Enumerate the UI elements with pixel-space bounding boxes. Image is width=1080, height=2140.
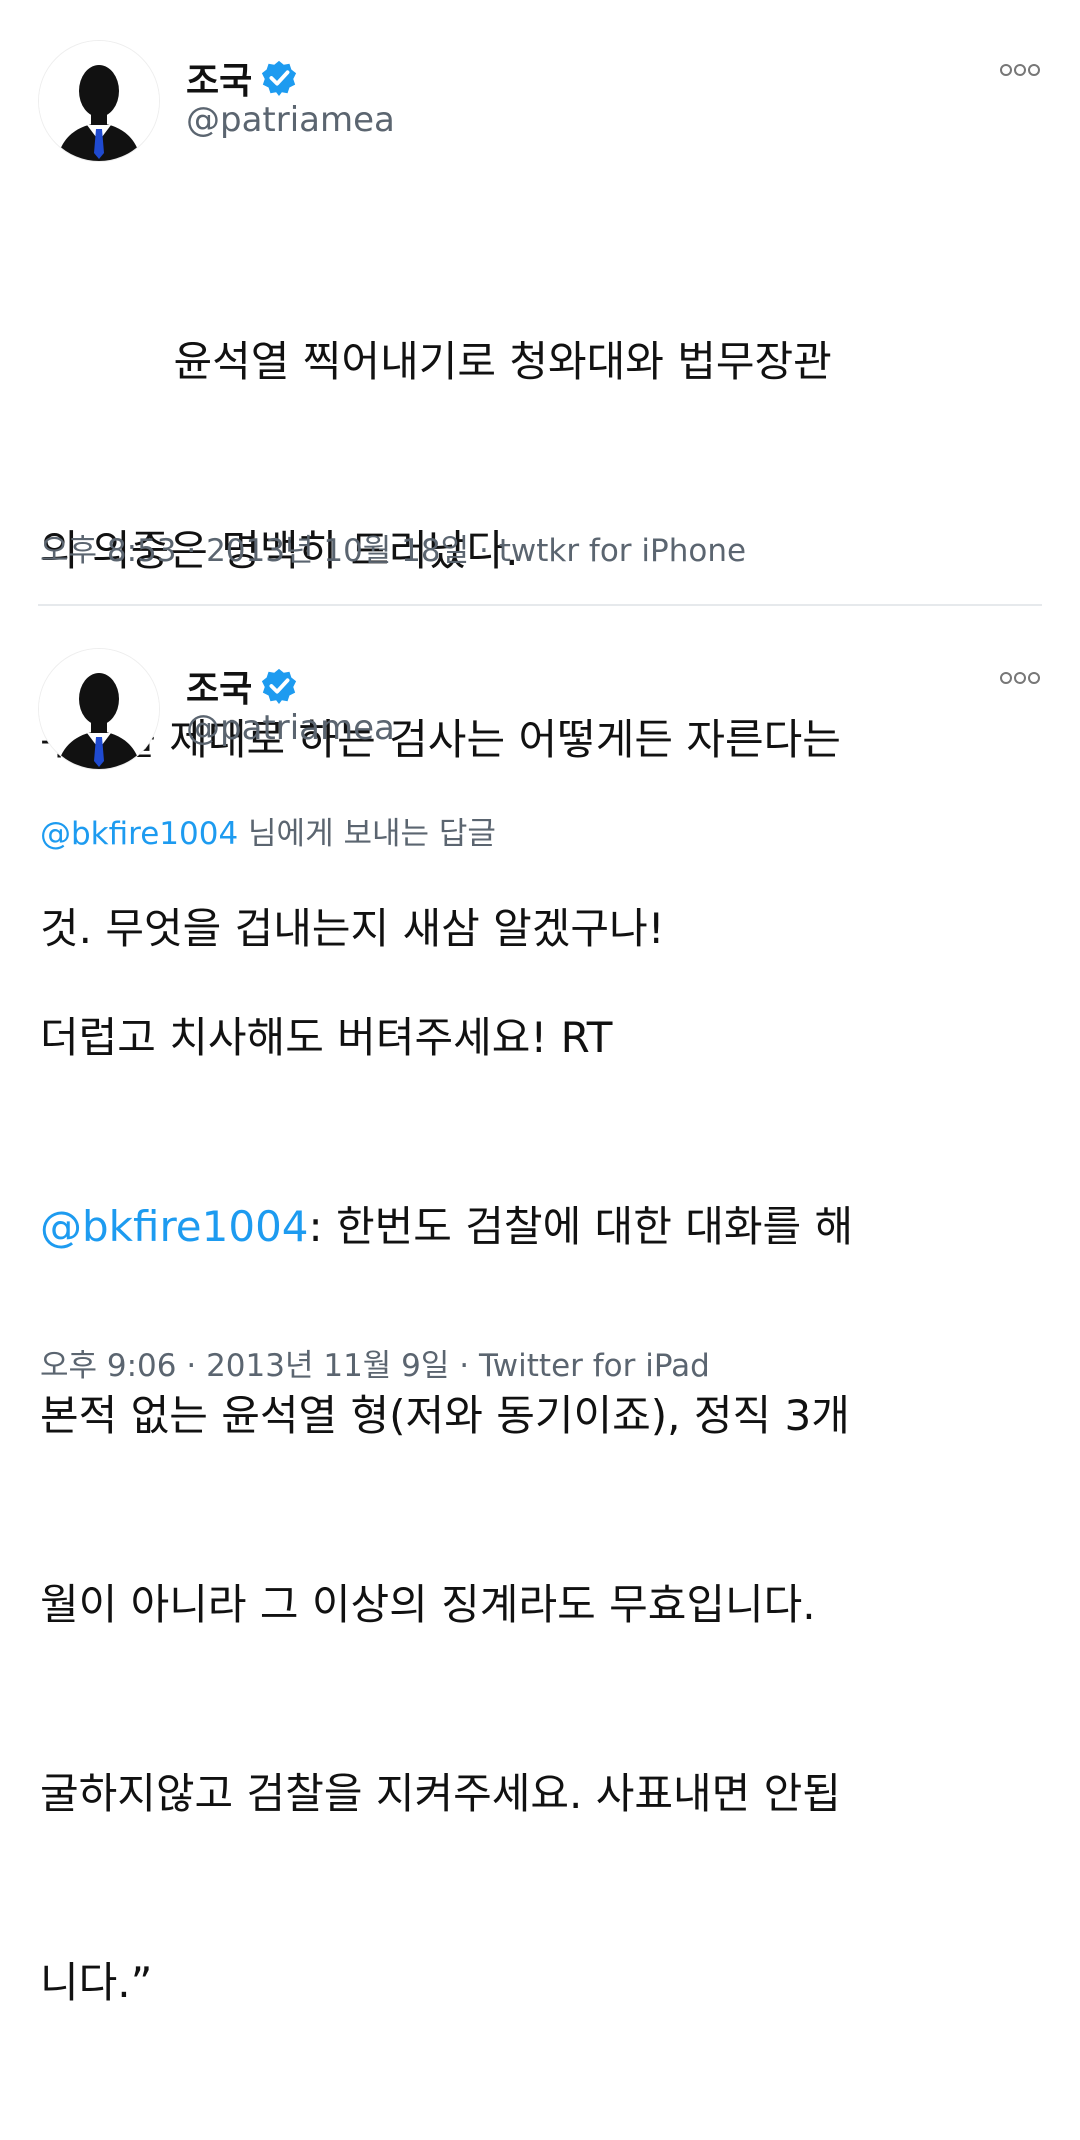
author-name[interactable]: 조국 [186, 660, 252, 712]
tweet-meta: 오후 9:06 · 2013년 11월 9일 · Twitter for iPa… [40, 1340, 710, 1385]
tweet-source[interactable]: twtkr for iPhone [499, 533, 746, 569]
tweet-body-line: 윤석열 찍어내기로 청와대와 법무장관 [40, 337, 832, 386]
author-handle[interactable]: @patriamea [186, 708, 395, 748]
tweet-body-line: 월이 아니라 그 이상의 징계라도 무효입니다. [40, 1580, 816, 1629]
meta-separator: · [176, 533, 207, 569]
reply-suffix: 님에게 보내는 답글 [238, 816, 496, 852]
author-handle[interactable]: @patriamea [186, 100, 395, 140]
more-options-icon[interactable] [1000, 672, 1040, 684]
tweet-source[interactable]: Twitter for iPad [479, 1348, 710, 1384]
tweet-time[interactable]: 오후 9:06 [40, 1348, 177, 1384]
meta-separator: · [449, 1348, 479, 1384]
tweet-2: 조국 @patriamea @bkfire1004 님에게 보내는 답글 더럽고… [0, 608, 1080, 2007]
user-silhouette-suit-icon [39, 41, 159, 161]
avatar[interactable] [38, 648, 160, 770]
tweet-date[interactable]: 2013년 10월 18일 [206, 533, 469, 569]
reply-context: @bkfire1004 님에게 보내는 답글 [40, 808, 496, 853]
verified-badge-icon [260, 59, 298, 97]
author-row: 조국 [186, 52, 298, 104]
verified-badge-icon [260, 667, 298, 705]
author-row: 조국 [186, 660, 298, 712]
tweet-meta: 오후 8:53 · 2013년 10월 18일 · twtkr for iPho… [40, 525, 746, 570]
meta-separator: · [469, 533, 499, 569]
author-name[interactable]: 조국 [186, 52, 252, 104]
user-silhouette-suit-icon [39, 649, 159, 769]
tweet-1: 조국 @patriamea 윤석열 찍어내기로 청와대와 법무장관 의 의중은 … [0, 0, 1080, 953]
tweet-date[interactable]: 2013년 11월 9일 [206, 1348, 449, 1384]
body-mention-link[interactable]: @bkfire1004 [40, 1202, 309, 1251]
tweet-body-line: 본적 없는 윤석열 형(저와 동기이죠), 정직 3개 [40, 1391, 850, 1440]
tweet-divider [38, 604, 1042, 606]
tweet-time[interactable]: 오후 8:53 [40, 533, 177, 569]
tweet-body-line: 더럽고 치사해도 버텨주세요! RT [40, 1013, 613, 1062]
meta-separator: · [176, 1348, 207, 1384]
tweet-body-line: @bkfire1004: 한번도 검찰에 대한 대화를 해 [40, 1195, 1050, 1258]
avatar[interactable] [38, 40, 160, 162]
reply-mention-link[interactable]: @bkfire1004 [40, 816, 238, 852]
body-text-segment: : 한번도 검찰에 대한 대화를 해 [308, 1202, 854, 1251]
tweet-body-line: 니다.” [40, 1958, 153, 2007]
tweet-body: 더럽고 치사해도 버텨주세요! RT @bkfire1004: 한번도 검찰에 … [40, 880, 1050, 2140]
more-options-icon[interactable] [1000, 64, 1040, 76]
tweet-body-line: 굴하지않고 검찰을 지켜주세요. 사표내면 안됩 [40, 1769, 841, 1818]
